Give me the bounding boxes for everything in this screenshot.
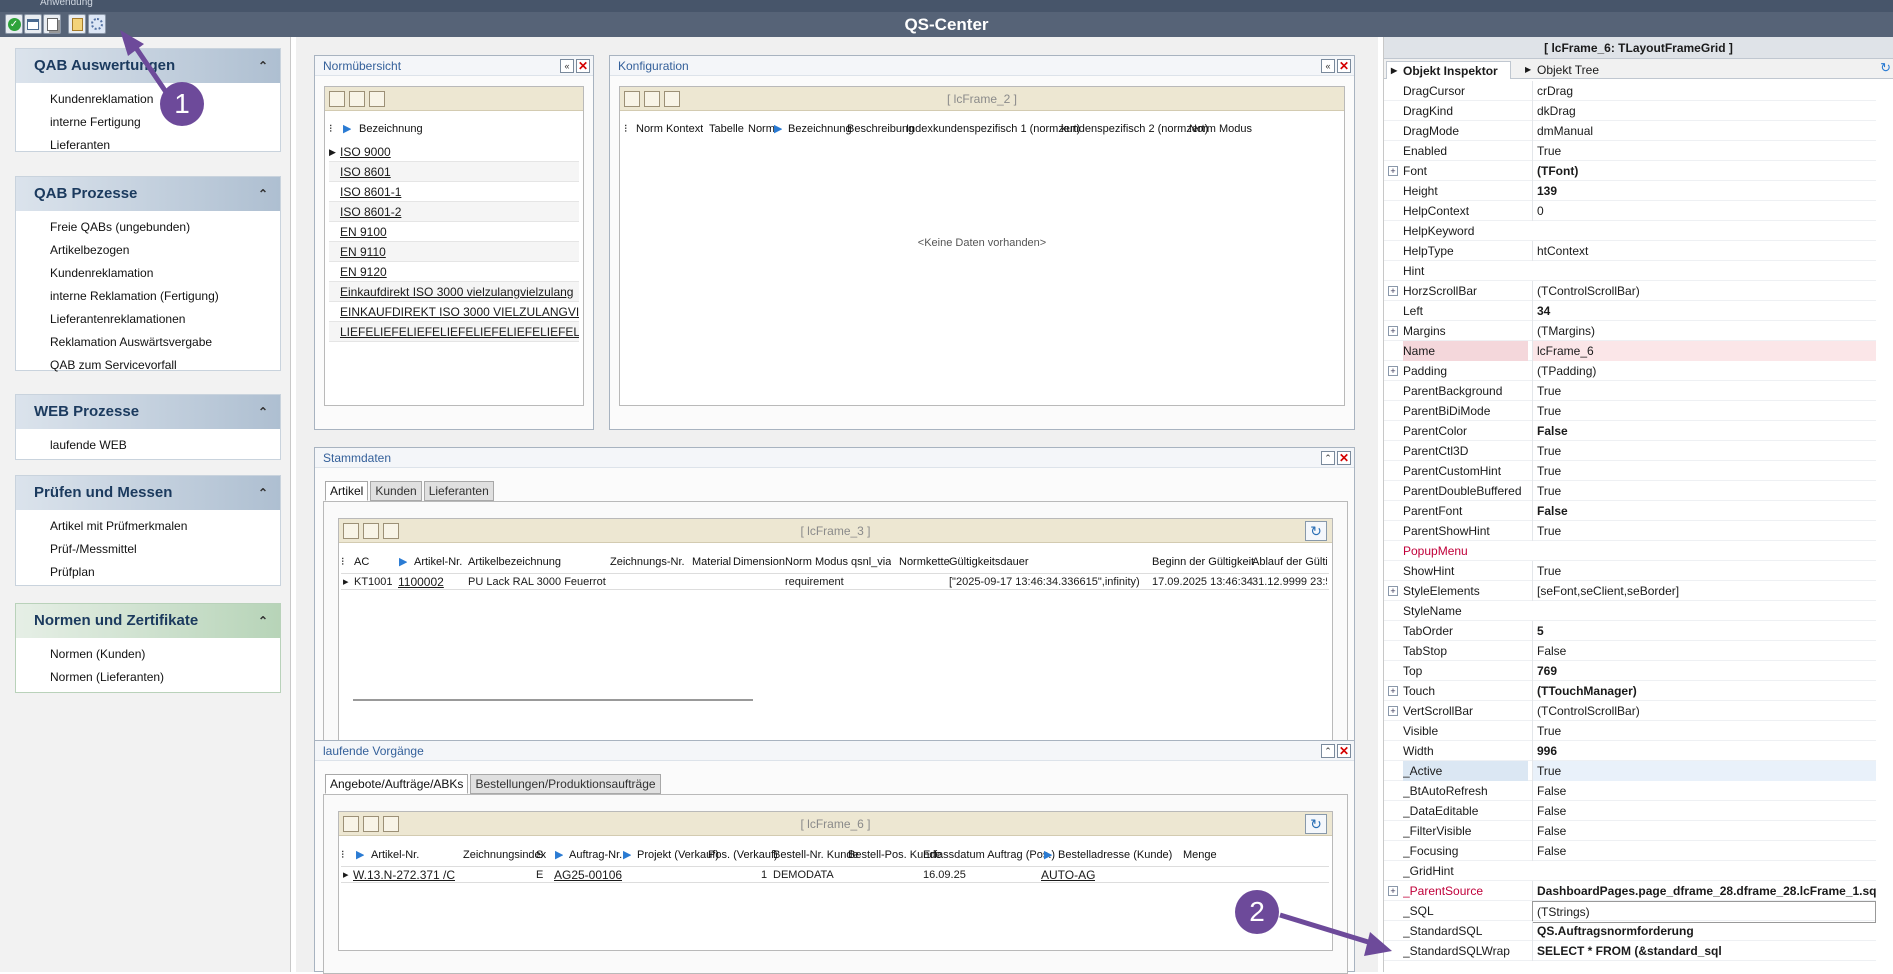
callout-arrow [1279,912,1379,948]
callout-badge: 1 [160,82,204,126]
callout-arrows [120,30,1392,956]
callout-badge: 2 [1235,890,1279,934]
arrowhead-icon [1364,932,1392,956]
